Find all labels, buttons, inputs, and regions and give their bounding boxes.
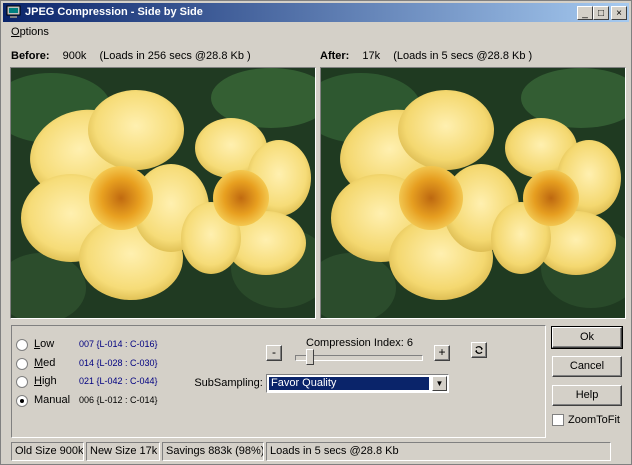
title-bar[interactable]: JPEG Compression - Side by Side _ □ ×: [3, 3, 629, 22]
radio-low-label: Low: [34, 338, 55, 350]
status-savings: Savings 883k (98%): [162, 442, 264, 461]
radio-low-button[interactable]: [16, 339, 28, 351]
radio-high-button[interactable]: [16, 376, 28, 388]
cancel-button[interactable]: Cancel: [552, 356, 622, 377]
status-new-size: New Size 17k: [86, 442, 160, 461]
after-load-time: (Loads in 5 secs @28.8 Kb ): [393, 50, 533, 62]
compression-slider-thumb[interactable]: [306, 349, 314, 365]
radio-med-button[interactable]: [16, 358, 28, 370]
before-image: [10, 67, 316, 319]
after-label-row: After: 17k (Loads in 5 secs @28.8 Kb ): [320, 50, 542, 62]
zoom-to-fit-label: ZoomToFit: [568, 414, 620, 426]
subsampling-label: SSubSampling:: [194, 377, 263, 389]
radio-med-code: 014 {L-028 : C-030}: [79, 358, 158, 368]
before-label: Before:: [11, 50, 50, 62]
before-label-row: Before: 900k (Loads in 256 secs @28.8 Kb…: [11, 50, 261, 62]
compression-index-label: Compression Index: 6: [306, 337, 413, 349]
window-title: JPEG Compression - Side by Side: [25, 6, 203, 18]
refresh-icon[interactable]: [471, 342, 487, 358]
subsampling-selected-value: Favor Quality: [269, 377, 429, 390]
after-image: [320, 67, 626, 319]
menu-options-label: ptions: [19, 26, 49, 38]
close-button[interactable]: ×: [611, 6, 627, 20]
before-size: 900k: [62, 50, 87, 62]
radio-high-label: High: [34, 375, 57, 387]
radio-manual-code: 006 {L-012 : C-014}: [79, 395, 158, 405]
menu-bar: Options: [3, 23, 629, 41]
compression-slider-track[interactable]: [295, 355, 423, 361]
subsampling-select[interactable]: Favor Quality ▼: [266, 374, 449, 393]
after-size: 17k: [362, 50, 381, 62]
after-label: After:: [320, 50, 350, 62]
radio-manual-button[interactable]: [16, 395, 28, 407]
menu-options-accelerator: O: [11, 26, 20, 38]
chevron-down-icon[interactable]: ▼: [432, 376, 447, 391]
zoom-to-fit-checkbox[interactable]: [552, 414, 564, 426]
computer-icon: [6, 5, 21, 18]
maximize-button[interactable]: □: [593, 6, 609, 20]
compression-increase-button[interactable]: +: [434, 345, 450, 361]
status-old-size: Old Size 900k: [11, 442, 84, 461]
ok-button[interactable]: Ok: [551, 326, 623, 349]
menu-options[interactable]: Options: [11, 26, 49, 38]
jpeg-compression-window: JPEG Compression - Side by Side _ □ × Op…: [0, 0, 632, 465]
help-button[interactable]: Help: [552, 385, 622, 406]
radio-med-label: Med: [34, 357, 56, 369]
status-load-time: Loads in 5 secs @28.8 Kb: [266, 442, 611, 461]
before-load-time: (Loads in 256 secs @28.8 Kb ): [99, 50, 251, 62]
radio-low-code: 007 {L-014 : C-016}: [79, 339, 158, 349]
radio-manual-label: Manual: [34, 394, 71, 406]
compression-decrease-button[interactable]: -: [266, 345, 282, 361]
minimize-button[interactable]: _: [577, 6, 593, 20]
radio-high-code: 021 {L-042 : C-044}: [79, 376, 158, 386]
